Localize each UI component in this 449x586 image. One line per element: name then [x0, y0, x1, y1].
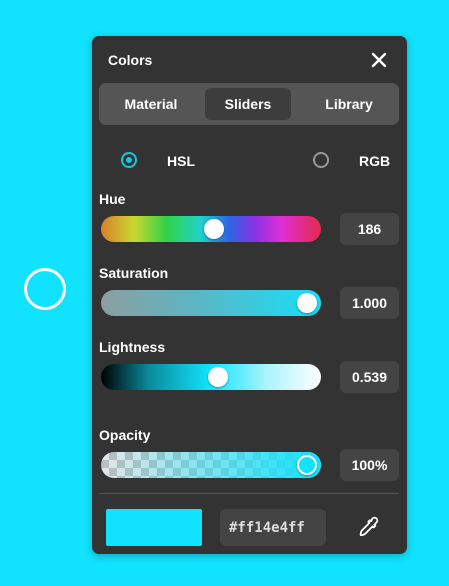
- saturation-value[interactable]: 1.000: [340, 287, 399, 319]
- rgb-radio[interactable]: [313, 152, 329, 168]
- tab-library[interactable]: Library: [301, 88, 397, 120]
- divider: [99, 493, 399, 494]
- hsl-label: HSL: [167, 153, 195, 169]
- saturation-slider-thumb[interactable]: [297, 293, 317, 313]
- lightness-label: Lightness: [99, 339, 166, 355]
- opacity-label: Opacity: [99, 427, 151, 443]
- rgb-label: RGB: [359, 153, 391, 169]
- hex-input[interactable]: [220, 509, 326, 546]
- lightness-slider-thumb[interactable]: [208, 367, 228, 387]
- close-icon[interactable]: [369, 50, 389, 70]
- opacity-slider-thumb[interactable]: [297, 455, 317, 475]
- opacity-slider[interactable]: [101, 452, 321, 478]
- panel-title: Colors: [108, 52, 153, 68]
- opacity-gradient: [101, 452, 321, 478]
- lightness-value[interactable]: 0.539: [340, 361, 399, 393]
- color-preview: [106, 509, 202, 546]
- hue-value[interactable]: 186: [340, 213, 399, 245]
- saturation-slider[interactable]: [101, 290, 321, 316]
- saturation-label: Saturation: [99, 265, 169, 281]
- mode-tabs: Material Sliders Library: [99, 83, 399, 125]
- tab-material[interactable]: Material: [105, 88, 197, 120]
- color-swatch-circle[interactable]: [24, 268, 66, 310]
- hsl-radio[interactable]: [121, 152, 137, 168]
- hue-label: Hue: [99, 191, 126, 207]
- eyedropper-icon[interactable]: [357, 515, 381, 539]
- colors-panel: Colors Material Sliders Library HSL RGB …: [92, 36, 407, 554]
- hue-slider-thumb[interactable]: [204, 219, 224, 239]
- tab-sliders[interactable]: Sliders: [205, 88, 291, 120]
- opacity-value[interactable]: 100%: [340, 449, 399, 481]
